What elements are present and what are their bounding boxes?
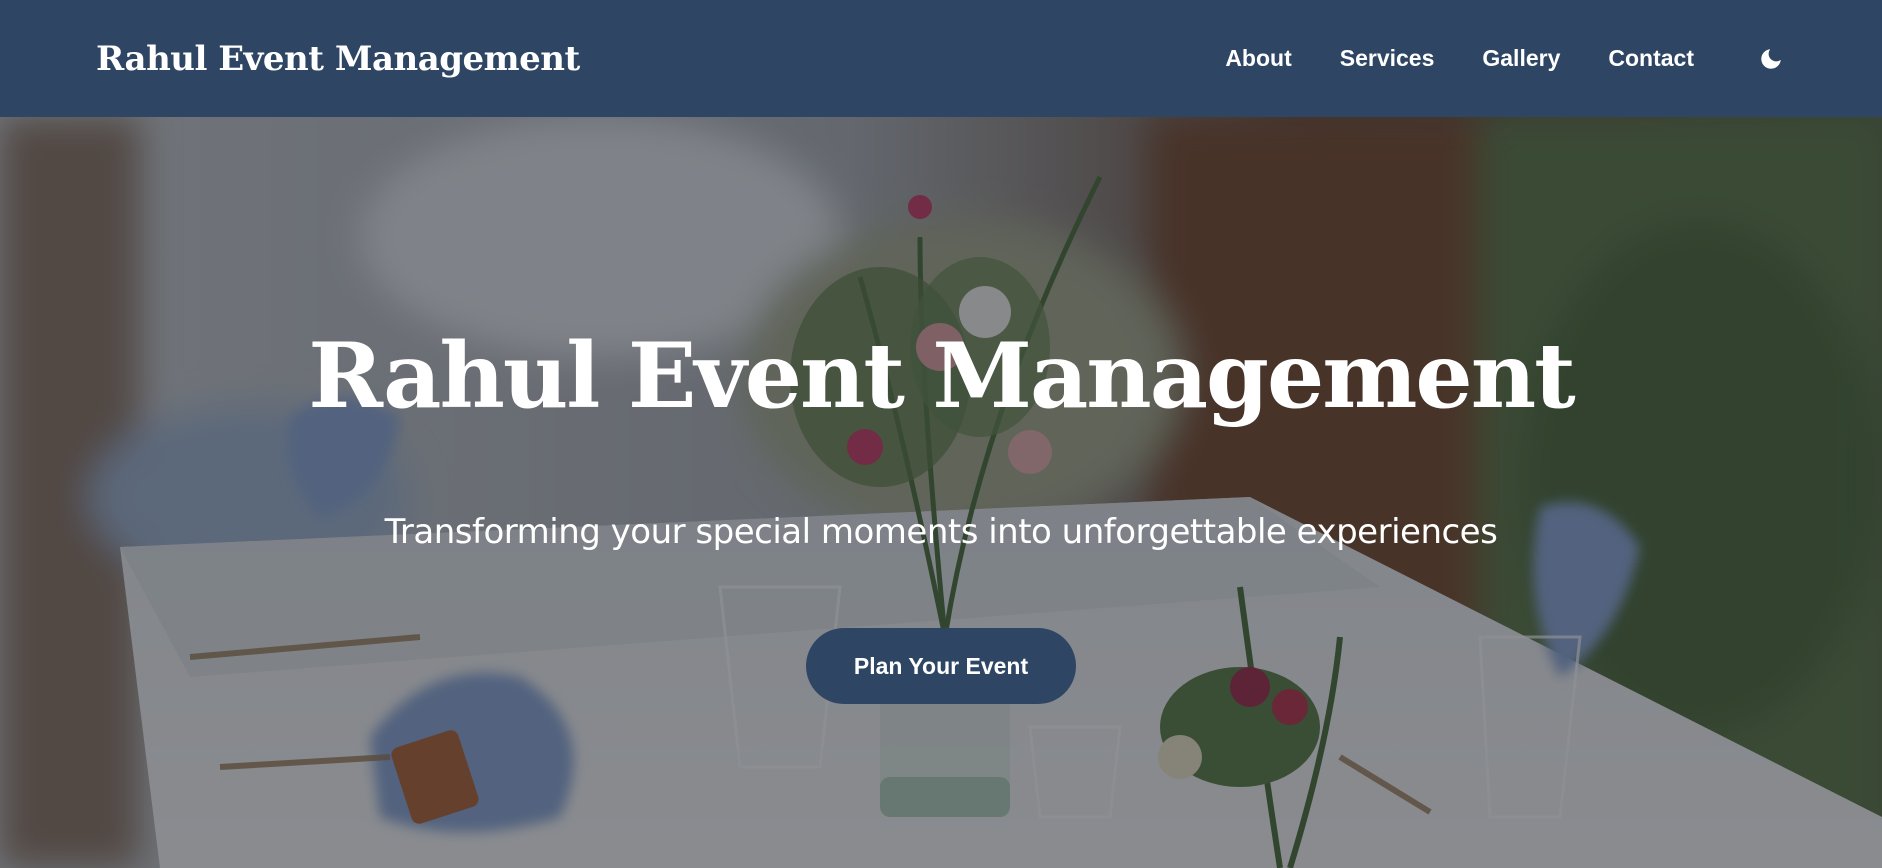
nav-link-gallery[interactable]: Gallery [1482,45,1560,72]
moon-icon [1761,48,1781,69]
plan-event-button[interactable]: Plan Your Event [805,628,1077,705]
hero-content: Rahul Event Management Transforming your… [0,117,1882,868]
nav-link-services[interactable]: Services [1340,45,1435,72]
top-navbar: Rahul Event Management About Services Ga… [0,0,1882,117]
hero-subtitle: Transforming your special moments into u… [384,512,1498,553]
nav-link-contact[interactable]: Contact [1608,45,1694,72]
hero-section: Rahul Event Management Transforming your… [0,117,1882,868]
nav-link-about[interactable]: About [1225,45,1291,72]
main-nav: About Services Gallery Contact [1225,44,1786,74]
brand-logo-text[interactable]: Rahul Event Management [96,39,580,79]
hero-title: Rahul Event Management [308,323,1575,429]
theme-toggle-button[interactable] [1756,44,1786,74]
